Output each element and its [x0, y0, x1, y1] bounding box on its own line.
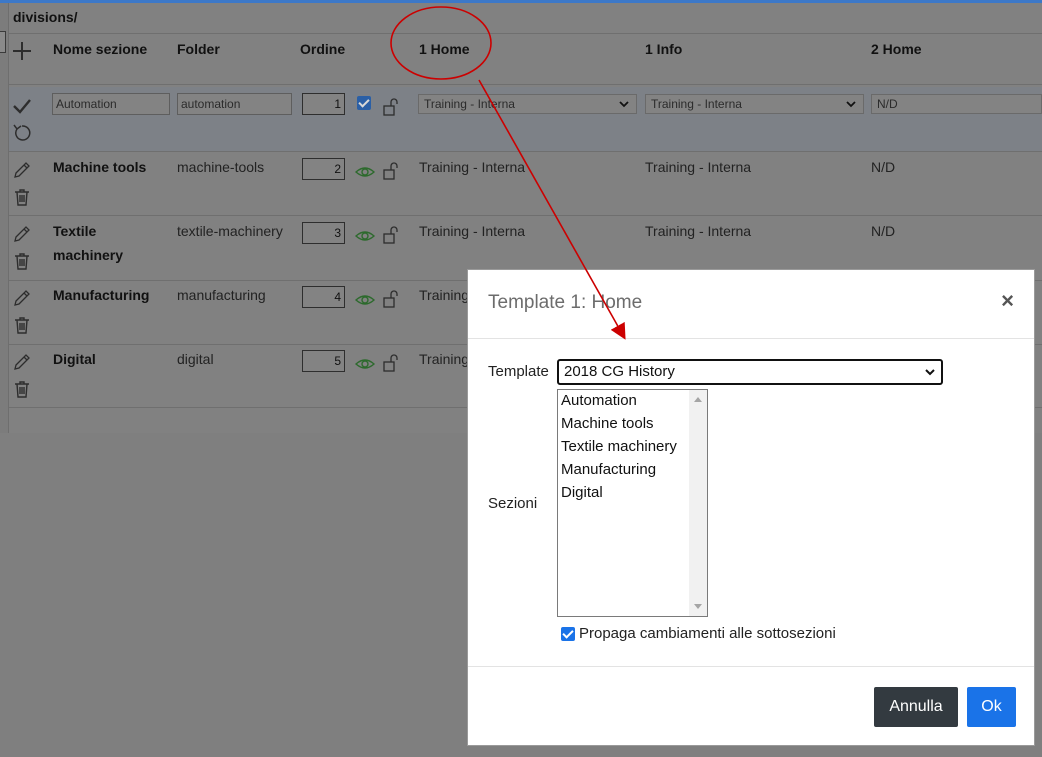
info1-select-value: Training - Interna — [651, 97, 742, 111]
unlock-icon[interactable] — [381, 225, 401, 245]
eye-icon[interactable] — [355, 162, 375, 182]
unlock-icon[interactable] — [381, 353, 401, 373]
ordine-input[interactable]: 3 — [302, 222, 345, 244]
header-folder[interactable]: Folder — [177, 41, 220, 57]
home2-select[interactable]: N/D — [871, 94, 1042, 114]
home2-select-value: N/D — [877, 97, 898, 111]
pencil-icon[interactable] — [12, 352, 32, 372]
home1-select-value: Training - Interna — [424, 97, 515, 111]
row-folder: machine-tools — [177, 159, 265, 175]
eye-icon[interactable] — [355, 354, 375, 374]
trash-icon[interactable] — [12, 251, 32, 271]
scroll-down-icon[interactable] — [694, 604, 702, 609]
unlock-icon[interactable] — [381, 289, 401, 309]
row-nome: Manufacturing — [53, 287, 150, 303]
nome-sezione-input[interactable]: Automation — [52, 93, 170, 115]
visible-checkbox[interactable] — [357, 96, 371, 110]
divider — [9, 215, 1042, 216]
list-item[interactable]: Textile machinery — [561, 437, 677, 457]
eye-icon[interactable] — [355, 290, 375, 310]
divider — [9, 33, 1042, 34]
unlock-icon[interactable] — [381, 161, 401, 181]
left-panel-edge — [0, 3, 9, 433]
row-info1: Training - Interna — [645, 223, 752, 239]
row-home1: Training — [419, 287, 470, 303]
pencil-icon[interactable] — [12, 288, 32, 308]
breadcrumb: divisions/ — [13, 9, 78, 25]
scroll-up-icon[interactable] — [694, 397, 702, 402]
pencil-icon[interactable] — [12, 224, 32, 244]
home1-select[interactable]: Training - Interna — [418, 94, 637, 114]
check-icon[interactable] — [12, 96, 32, 116]
pencil-icon[interactable] — [12, 160, 32, 180]
divider — [9, 151, 1042, 152]
info1-select[interactable]: Training - Interna — [645, 94, 864, 114]
ordine-input[interactable]: 4 — [302, 286, 345, 308]
list-item[interactable]: Machine tools — [561, 414, 654, 434]
row-home2: N/D — [871, 159, 896, 175]
row-nome: Machine tools — [53, 159, 147, 175]
modal-title: Template 1: Home — [488, 292, 643, 313]
divider — [9, 84, 1042, 85]
template-select[interactable]: 2018 CG History — [557, 359, 943, 385]
row-folder: textile-machinery — [177, 223, 283, 239]
undo-icon[interactable] — [12, 123, 32, 143]
modal-footer-divider — [468, 666, 1034, 667]
ordine-input[interactable]: 2 — [302, 158, 345, 180]
ordine-input[interactable]: 5 — [302, 350, 345, 372]
ok-button[interactable]: Ok — [967, 687, 1016, 727]
propaga-label[interactable]: Propaga cambiamenti alle sottosezioni — [579, 625, 836, 642]
sidebar-toggle[interactable] — [0, 31, 6, 53]
sezioni-label: Sezioni — [488, 495, 538, 512]
row-folder: digital — [177, 351, 214, 367]
trash-icon[interactable] — [12, 315, 32, 335]
template-modal: Template 1: Home × Template 2018 CG Hist… — [467, 269, 1035, 746]
listbox-scrollbar[interactable] — [689, 390, 707, 616]
row-home1: Training — [419, 351, 470, 367]
sezioni-listbox[interactable]: Automation Machine tools Textile machine… — [557, 389, 708, 617]
eye-icon[interactable] — [355, 226, 375, 246]
header-nome-sezione[interactable]: Nome sezione — [53, 41, 147, 57]
row-nome: Digital — [53, 351, 96, 367]
list-item[interactable]: Manufacturing — [561, 460, 656, 480]
row-folder: manufacturing — [177, 287, 266, 303]
row-nome: Textile machinery — [53, 223, 124, 263]
header-1-info[interactable]: 1 Info — [645, 41, 682, 57]
modal-header-divider — [468, 338, 1034, 339]
ordine-input[interactable]: 1 — [302, 93, 345, 115]
row-home2: N/D — [871, 223, 896, 239]
unlock-icon[interactable] — [381, 97, 401, 117]
list-item[interactable]: Digital — [561, 483, 603, 503]
header-1-home[interactable]: 1 Home — [419, 41, 470, 57]
header-ordine[interactable]: Ordine — [300, 41, 345, 57]
row-home1: Training - Interna — [419, 223, 526, 239]
close-icon[interactable]: × — [1001, 290, 1014, 312]
folder-input[interactable]: automation — [177, 93, 292, 115]
row-home1: Training - Interna — [419, 159, 526, 175]
template-select-value: 2018 CG History — [564, 363, 675, 380]
template-label: Template — [488, 363, 549, 380]
row-info1: Training - Interna — [645, 159, 752, 175]
cancel-button[interactable]: Annulla — [874, 687, 958, 727]
chevron-down-icon — [925, 369, 935, 376]
trash-icon[interactable] — [12, 187, 32, 207]
plus-icon[interactable] — [12, 41, 32, 61]
trash-icon[interactable] — [12, 379, 32, 399]
propaga-checkbox[interactable] — [561, 627, 575, 641]
chevron-down-icon — [619, 101, 629, 108]
chevron-down-icon — [846, 101, 856, 108]
list-item[interactable]: Automation — [561, 391, 637, 411]
header-2-home[interactable]: 2 Home — [871, 41, 922, 57]
